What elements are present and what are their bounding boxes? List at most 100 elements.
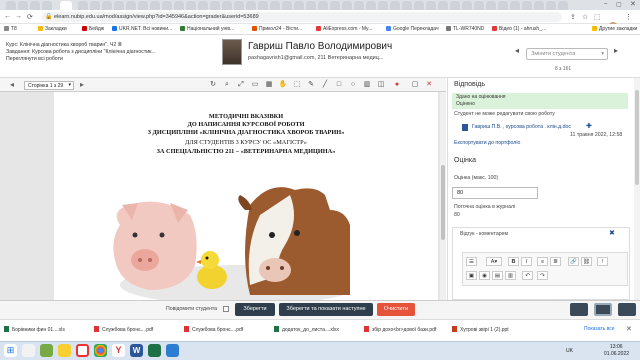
- bookmark-item[interactable]: Закладки: [38, 26, 67, 32]
- tab[interactable]: [510, 1, 520, 10]
- tab[interactable]: [186, 1, 196, 10]
- tab[interactable]: [198, 1, 208, 10]
- tab[interactable]: [390, 1, 400, 10]
- tab-active[interactable]: [60, 1, 72, 10]
- tab[interactable]: [282, 1, 292, 10]
- download-item[interactable]: збір дохо<br>дової бази.pdf: [364, 326, 436, 333]
- word-icon[interactable]: W: [130, 344, 143, 357]
- tab[interactable]: [210, 1, 220, 10]
- oval-icon[interactable]: ○: [348, 80, 358, 90]
- tab[interactable]: [498, 1, 508, 10]
- media-icon[interactable]: ◉: [479, 271, 490, 280]
- line-icon[interactable]: ╱: [320, 80, 330, 90]
- tab[interactable]: [294, 1, 304, 10]
- file-explorer-icon[interactable]: [58, 344, 71, 357]
- export-portfolio-link[interactable]: Експортувати до портфоліо: [454, 140, 520, 146]
- tab[interactable]: [42, 1, 52, 10]
- language-indicator[interactable]: UK: [566, 348, 573, 354]
- notify-checkbox[interactable]: [223, 306, 229, 312]
- clock-date[interactable]: 01.06.2022: [604, 351, 629, 357]
- tab[interactable]: [174, 1, 184, 10]
- tab[interactable]: [474, 1, 484, 10]
- yandex-icon[interactable]: Y: [112, 344, 125, 357]
- highlight-color-icon[interactable]: ▥: [362, 80, 372, 90]
- close-downloads-icon[interactable]: ✕: [626, 325, 632, 333]
- layout-left-icon[interactable]: [570, 303, 588, 316]
- file-link[interactable]: Гавриш П.В. , курсова робота . клін.д.do…: [472, 124, 571, 130]
- tab[interactable]: [114, 1, 124, 10]
- excel-icon[interactable]: [148, 344, 161, 357]
- view-all-link[interactable]: Переглянути всі роботи: [6, 56, 206, 63]
- number-list-icon[interactable]: ≣: [550, 257, 561, 266]
- link-icon[interactable]: 🔗: [568, 257, 579, 266]
- download-item[interactable]: додаток_до_листа....xlsx: [274, 326, 339, 333]
- highlight-icon[interactable]: ▦: [264, 80, 274, 90]
- bookmark-item[interactable]: Бейдж: [82, 26, 104, 32]
- tab[interactable]: [402, 1, 412, 10]
- tab[interactable]: [18, 1, 28, 10]
- tab[interactable]: [414, 1, 424, 10]
- tab[interactable]: [126, 1, 136, 10]
- tab[interactable]: [558, 1, 568, 10]
- undo-icon[interactable]: ↶: [522, 271, 533, 280]
- tab[interactable]: [426, 1, 436, 10]
- collapse-icon[interactable]: ✖: [609, 229, 615, 237]
- tab[interactable]: [150, 1, 160, 10]
- next-student-icon[interactable]: ▸: [614, 46, 618, 55]
- pdf-scrollbar-thumb[interactable]: [441, 165, 445, 240]
- hand-icon[interactable]: ✋: [278, 80, 288, 90]
- pen-icon[interactable]: ✎: [306, 80, 316, 90]
- bookmark-item[interactable]: Т8: [4, 26, 17, 32]
- tab[interactable]: [450, 1, 460, 10]
- tab[interactable]: [486, 1, 496, 10]
- stamp-icon[interactable]: ◫: [376, 80, 386, 90]
- file-icon[interactable]: ▥: [505, 271, 516, 280]
- tab[interactable]: [102, 1, 112, 10]
- extensions-icon[interactable]: ⬚: [594, 13, 601, 21]
- recording-icon[interactable]: ▤: [492, 271, 503, 280]
- tab[interactable]: [438, 1, 448, 10]
- tab[interactable]: [30, 1, 40, 10]
- select-icon[interactable]: ⬚: [292, 80, 302, 90]
- windows-start-icon[interactable]: ⊞: [4, 344, 17, 357]
- delete-icon[interactable]: ✕: [424, 80, 434, 90]
- plus-icon[interactable]: ✚: [586, 122, 592, 130]
- back-icon[interactable]: ←: [4, 13, 11, 20]
- course-label[interactable]: Курс: Клінічна діагностика хвороб тварин…: [6, 42, 206, 49]
- menu-toggle-icon[interactable]: ☰: [466, 257, 477, 266]
- clock-time[interactable]: 13:06: [610, 344, 623, 350]
- tab[interactable]: [306, 1, 316, 10]
- more-icon[interactable]: !: [597, 257, 608, 266]
- chrome-icon[interactable]: [94, 344, 107, 357]
- tab[interactable]: [162, 1, 172, 10]
- unlink-icon[interactable]: ⛓: [581, 257, 592, 266]
- bookmark-item[interactable]: UKR.NET: Всі новини...: [112, 26, 172, 32]
- assignment-label[interactable]: Завдання: Курсова робота з дисципліни "К…: [6, 49, 206, 56]
- tab[interactable]: [342, 1, 352, 10]
- tab[interactable]: [378, 1, 388, 10]
- bookmark-item[interactable]: TL-WR740ND: [446, 26, 484, 32]
- page-select[interactable]: Сторінка 1 з 29 ▾: [24, 81, 74, 90]
- url-field[interactable]: 🔒 elearn.nubip.edu.ua/mod/assign/view.ph…: [42, 12, 562, 22]
- tab[interactable]: [234, 1, 244, 10]
- rotate-icon[interactable]: ↻: [208, 80, 218, 90]
- bookmark-item[interactable]: Прикол24 - Вісти...: [252, 26, 302, 32]
- layout-right-icon[interactable]: [618, 303, 636, 316]
- image-icon[interactable]: ▣: [466, 271, 477, 280]
- save-and-next-button[interactable]: Зберегти та показати наступне: [279, 303, 373, 316]
- download-item[interactable]: Службова бронє....pdf: [94, 326, 153, 333]
- download-item[interactable]: Службова бронє....pdf: [184, 326, 243, 333]
- redo-icon[interactable]: ↷: [537, 271, 548, 280]
- tab[interactable]: [366, 1, 376, 10]
- tab[interactable]: [258, 1, 268, 10]
- opera-icon[interactable]: [76, 344, 89, 357]
- tab[interactable]: [270, 1, 280, 10]
- undo-icon[interactable]: ▢: [410, 80, 420, 90]
- bookmark-item[interactable]: Відео (1) - ahrush_...: [492, 26, 546, 32]
- prev-page-icon[interactable]: ◂: [10, 80, 14, 89]
- font-style-icon[interactable]: A▾: [486, 257, 502, 266]
- tab[interactable]: [78, 1, 88, 10]
- taskbar-app-icon[interactable]: [166, 344, 179, 357]
- prev-student-icon[interactable]: ◂: [515, 46, 519, 55]
- next-page-icon[interactable]: ▸: [80, 80, 84, 89]
